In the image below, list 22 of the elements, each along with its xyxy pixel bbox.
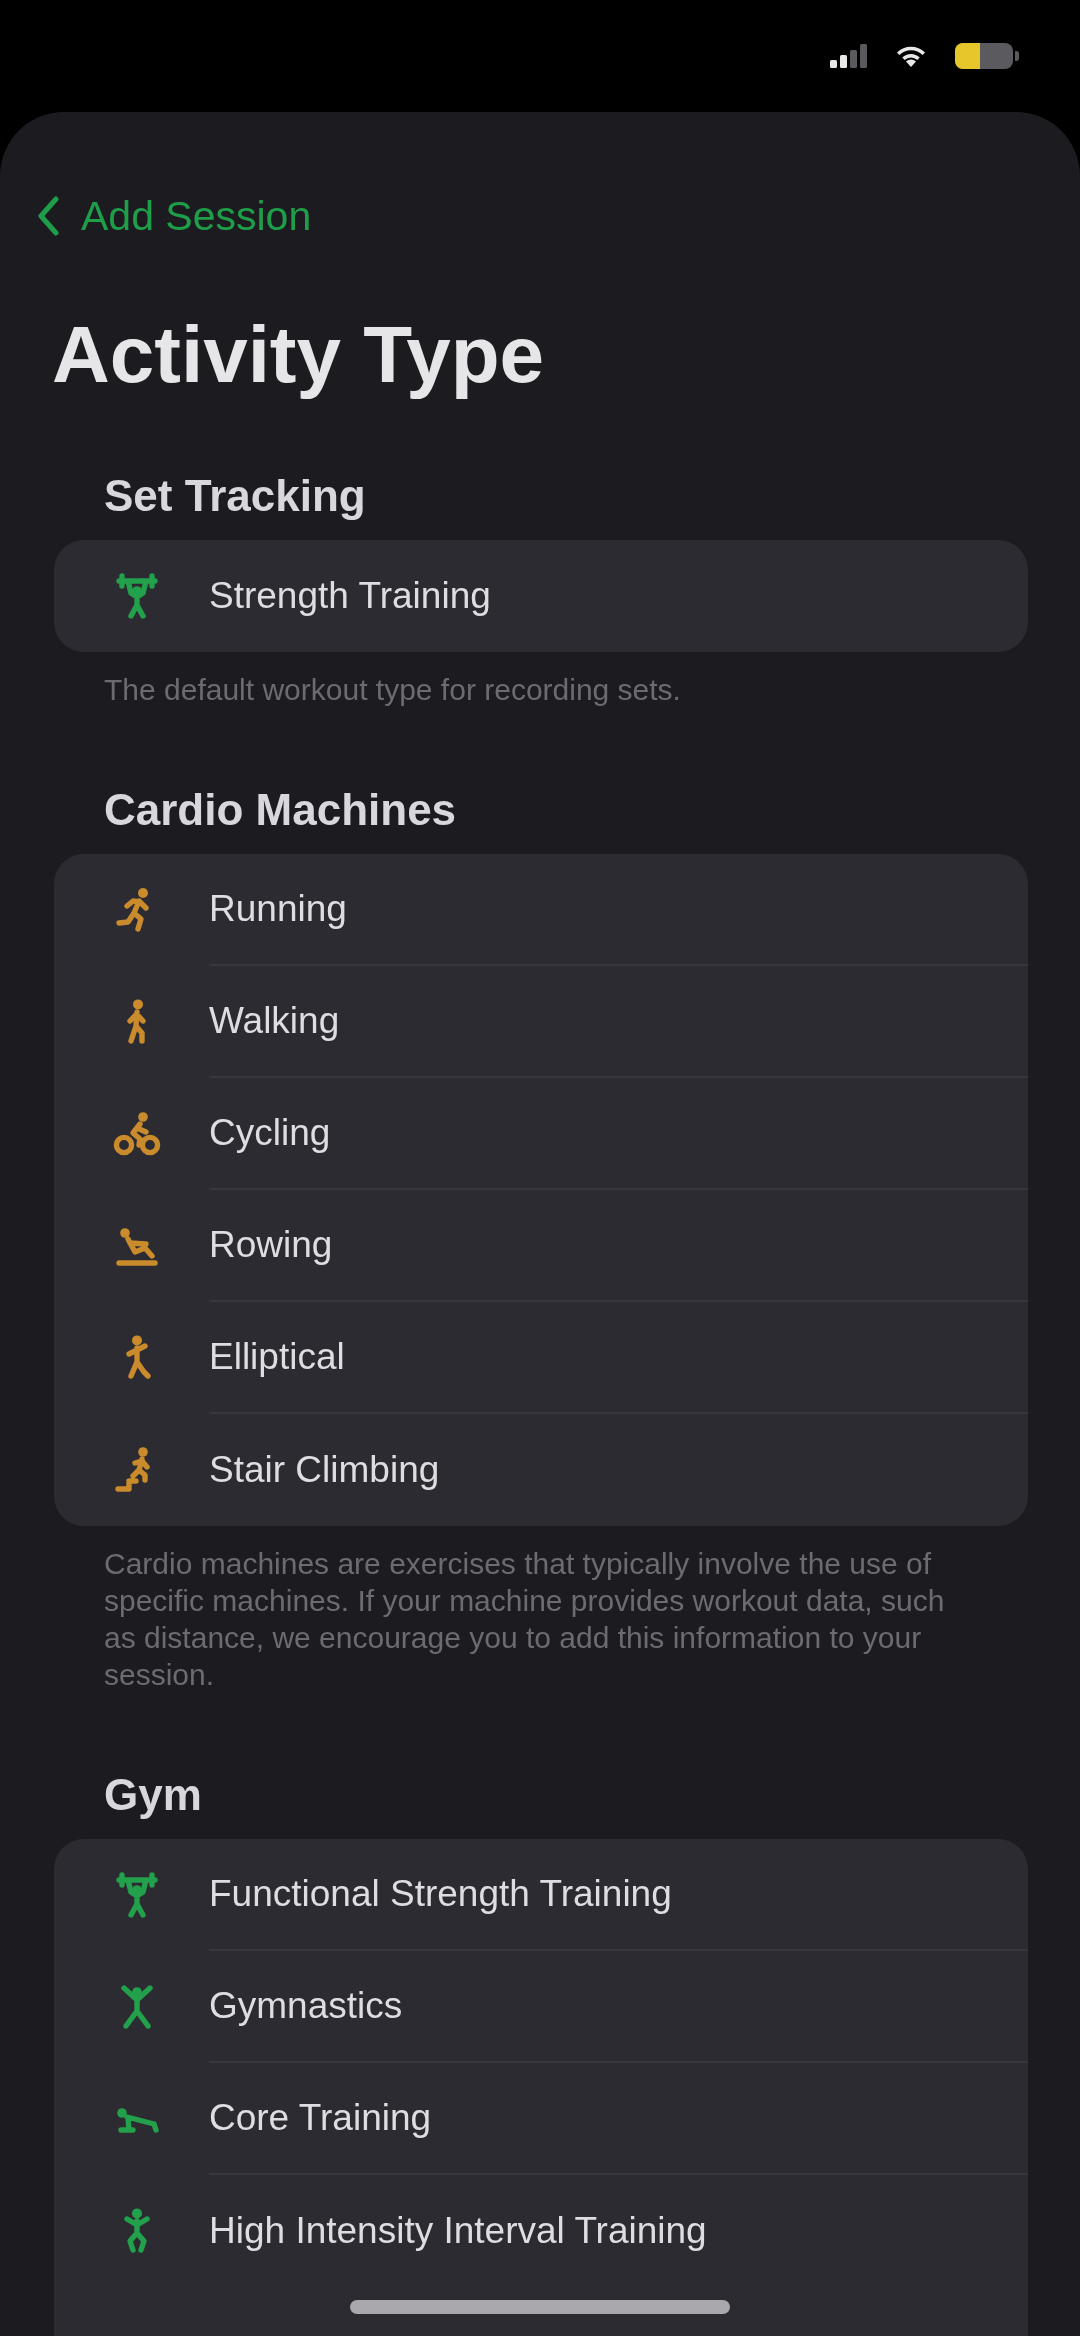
activity-option[interactable]: Core Training	[54, 2063, 1028, 2175]
section-header: Cardio Machines	[104, 784, 457, 836]
section-header: Gym	[104, 1769, 202, 1821]
activity-option[interactable]: Walking	[54, 966, 1028, 1078]
activity-option[interactable]: Functional Strength Training	[54, 1839, 1028, 1951]
activity-option[interactable]: Running	[54, 854, 1028, 966]
activity-option[interactable]: High Intensity Interval Training	[54, 2175, 1028, 2287]
activity-option[interactable]: Rowing	[54, 1190, 1028, 1302]
wifi-icon	[895, 44, 927, 68]
activity-option[interactable]: Cycling	[54, 1078, 1028, 1190]
back-button[interactable]: Add Session	[37, 191, 312, 241]
section-footer: Cardio machines are exercises that typically involve the use of specific machines. If your machine provides workout data, such as distance, we encourage you to add this information to your session.	[104, 1545, 946, 1693]
activity-option[interactable]: Stair Climbing	[54, 1414, 1028, 1526]
page-title: Activity Type	[52, 309, 544, 401]
activity-option[interactable]: Elliptical	[54, 1302, 1028, 1414]
section-header: Set Tracking	[104, 470, 366, 522]
chevron-icon	[37, 196, 59, 236]
activity-option[interactable]: Gymnastics	[54, 1951, 1028, 2063]
activity-option[interactable]: Strength Training	[54, 540, 1028, 652]
signal-icon	[830, 44, 868, 68]
section-footer: The default workout type for recording sets.	[104, 671, 946, 708]
battery-icon	[954, 42, 1020, 70]
